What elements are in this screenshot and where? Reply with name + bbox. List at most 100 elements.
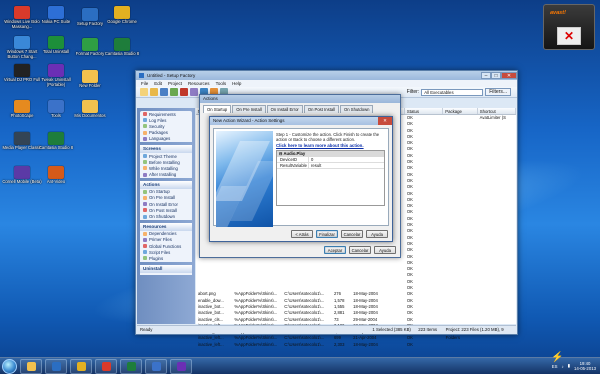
properties-icon[interactable] (190, 88, 198, 96)
back-button[interactable]: < Atrás (291, 230, 313, 238)
taskbar-app-button[interactable] (120, 358, 142, 374)
sidebar-item-label: On Post Install (149, 207, 177, 213)
desktop-icon-label: Camtasia Studio 8 (104, 51, 140, 56)
add-files-icon[interactable] (170, 88, 178, 96)
sidebar-panel: Actions On Startup On Pre Install On Instal… (140, 180, 192, 220)
delete-icon[interactable] (180, 88, 188, 96)
sidebar-panel: Requirements Log Files Security Packages Lan… (140, 111, 192, 142)
sidebar-item-icon (143, 112, 147, 117)
sidebar-item-label: Requirements (149, 111, 176, 117)
actions-tab[interactable]: On Pre Install (232, 105, 266, 113)
taskbar-app-icon (126, 361, 136, 371)
sidebar-item-label: On Pre Install (149, 195, 176, 201)
actions-titlebar[interactable]: Actions (200, 95, 400, 103)
help-button[interactable]: Ayuda (366, 230, 388, 238)
taskbar-app-icon (176, 361, 186, 371)
close-button[interactable]: ✕ (501, 72, 517, 79)
wizard-titlebar[interactable]: New Action Wizard - Action Settings ✕ (210, 117, 392, 125)
desktop-icon[interactable]: Camtasia Studio 8 (36, 132, 76, 151)
taskbar-app-button[interactable] (45, 358, 67, 374)
language-indicator[interactable]: ES (552, 364, 558, 369)
desktop-icon[interactable]: Mis Documentos (70, 100, 110, 119)
help-button[interactable]: Ayuda (374, 246, 396, 254)
menu-item[interactable]: Project (168, 81, 182, 86)
filter-label: Filter: (406, 89, 420, 95)
taskbar-app-button[interactable] (70, 358, 92, 374)
sidebar-item[interactable]: Plugins (140, 255, 192, 261)
sidebar-item-label: While Installing (149, 165, 178, 171)
window-titlebar[interactable]: Untitled - Setup Factory – □ ✕ (136, 71, 517, 80)
desktop-icon-glyph (48, 64, 64, 77)
maximize-button[interactable]: □ (491, 72, 501, 79)
app-icon (139, 73, 144, 78)
actions-tab[interactable]: On Install Error (266, 105, 303, 113)
clock[interactable]: 19:40 14-05-2013 (574, 361, 596, 371)
taskbar-app-button[interactable] (20, 358, 42, 374)
status-items: 223 Items (418, 327, 438, 332)
wizard-close-button[interactable]: ✕ (378, 117, 392, 125)
taskbar-app-button[interactable] (95, 358, 117, 374)
filter-select[interactable]: All Executables (421, 88, 484, 96)
volume-icon[interactable]: ♪ (561, 364, 563, 369)
menu-item[interactable]: File (141, 81, 148, 86)
sidebar-item[interactable]: After Installing (140, 172, 192, 178)
menu-item[interactable]: Edit (154, 81, 162, 86)
actions-tab[interactable]: On Post Install (303, 105, 340, 113)
desktop-icon[interactable]: Google Chrome (102, 6, 142, 25)
save-icon[interactable] (160, 88, 168, 96)
cancel-button[interactable]: Cancelar (349, 246, 371, 254)
cancel-button[interactable]: Cancelar (341, 230, 363, 238)
sidebar-item-label: Primer Files (149, 237, 172, 243)
filters-button[interactable]: Filters... (485, 88, 511, 96)
taskbar-app-button[interactable] (170, 358, 192, 374)
desktop-icon-label: Nokia PC Suite (41, 19, 71, 24)
sidebar-panel-header[interactable]: Screens (140, 144, 192, 153)
menu-item[interactable]: Tools (216, 81, 227, 86)
sidebar-panel-header[interactable]: Actions (140, 180, 192, 189)
menu-item[interactable]: Help (232, 81, 241, 86)
sidebar-panel-header[interactable]: Resources (140, 222, 192, 231)
column-header[interactable]: Shortcut (478, 108, 517, 114)
column-header[interactable]: Package (443, 108, 478, 114)
sidebar-item-label: Security (149, 123, 165, 129)
minimize-button[interactable]: – (481, 72, 491, 79)
sidebar-item-label: On Startup (149, 189, 170, 195)
desktop-icon[interactable]: New Folder (70, 70, 110, 89)
taskbar-app-button[interactable] (145, 358, 167, 374)
start-button[interactable] (2, 358, 17, 374)
property-row[interactable]: ResultVariable result (277, 163, 384, 169)
table-cell (478, 342, 516, 348)
accept-button[interactable]: Aceptar (324, 246, 346, 254)
table-row[interactable]: inactive_left... %AppFolder%\Skins\... C:\… (196, 342, 516, 348)
action-properties-grid[interactable]: ⊟ Audio.Play DeviceID 0 ResultVariable resu… (276, 150, 385, 206)
desktop-icon[interactable]: Camtasia Studio 8 (102, 38, 142, 57)
column-header[interactable]: Status (405, 108, 444, 114)
property-value[interactable]: 0 (309, 157, 313, 162)
sidebar-item-icon (143, 189, 147, 194)
avast-gadget[interactable]: avast! (543, 4, 595, 50)
actions-tab[interactable]: On Shutdown (340, 105, 374, 113)
sidebar-item[interactable]: Languages (140, 136, 192, 142)
table-cell: C:\Users\sotecolo1\... (284, 341, 325, 347)
sidebar-panel-header[interactable]: Uninstall (140, 264, 192, 273)
status-bar: Ready 1 Selected (385 KB) 223 Items Proj… (137, 325, 516, 340)
new-project-icon[interactable] (140, 88, 148, 96)
sidebar-item[interactable]: On Shutdown (140, 213, 192, 219)
sidebar-item-icon (143, 130, 147, 135)
menu-item[interactable]: Resources (188, 81, 210, 86)
status-ready: Ready (140, 327, 153, 332)
actions-tab[interactable]: On Startup (203, 105, 232, 113)
desktop-icon[interactable]: Ant-Video (36, 166, 76, 185)
new-action-wizard: New Action Wizard - Action Settings ✕ St… (209, 116, 393, 242)
sidebar-item-icon (143, 154, 147, 159)
desktop-icon-glyph (14, 166, 30, 179)
finish-button[interactable]: Finalizar (316, 230, 338, 238)
sidebar-item-label: Project Theme (149, 153, 177, 159)
open-folder-icon[interactable] (150, 88, 158, 96)
desktop-icon-label: PhotoScape (10, 113, 34, 118)
network-icon[interactable]: ▮ (568, 363, 570, 369)
learn-more-link[interactable]: Click here to learn more about this acti… (276, 143, 364, 148)
property-value[interactable]: result (309, 163, 321, 168)
sidebar-item-label: On Install Error (149, 201, 178, 207)
desktop-icon-glyph (14, 100, 30, 113)
